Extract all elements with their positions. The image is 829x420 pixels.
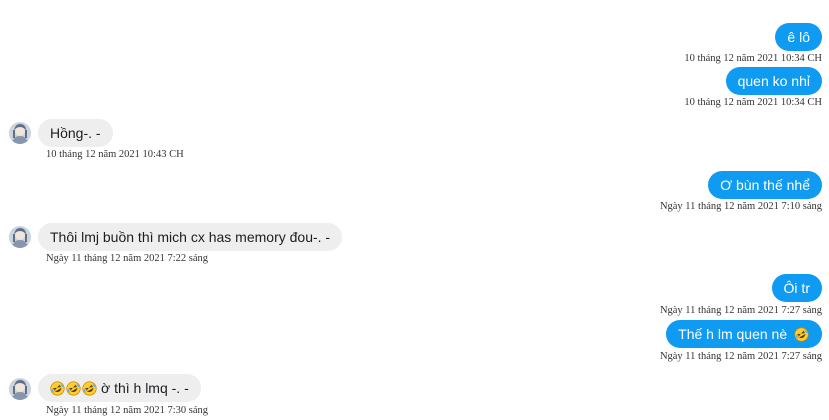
outgoing-message-bubble[interactable]: Ơ bùn thế nhể [708, 171, 822, 199]
incoming-message-bubble[interactable]: Hồng-. - [38, 119, 113, 147]
message-text: Ôi tr [783, 280, 810, 296]
message-timestamp: Ngày 11 tháng 12 năm 2021 7:27 sáng [659, 351, 822, 362]
contact-avatar[interactable] [9, 122, 31, 144]
contact-avatar[interactable] [9, 226, 31, 248]
chat-thread: ê lô 10 tháng 12 năm 2021 10:34 CH quen … [0, 0, 829, 420]
rolling-on-floor-laughing-emoji-icon [66, 381, 81, 396]
message-text: ờ thì h lmq -. - [101, 380, 189, 396]
message-timestamp: 10 tháng 12 năm 2021 10:34 CH [684, 53, 822, 64]
message-timestamp: Ngày 11 tháng 12 năm 2021 7:22 sáng [46, 253, 209, 264]
outgoing-message-bubble[interactable]: quen ko nhỉ [725, 67, 822, 95]
message-text: Hồng-. - [50, 125, 101, 141]
message-text: Thế h lm quen nè [678, 326, 788, 342]
contact-avatar[interactable] [9, 378, 31, 400]
rolling-on-floor-laughing-emoji-icon [50, 381, 65, 396]
incoming-message-bubble[interactable]: Thôi lmj buồn thì mich cx has memory đou… [38, 223, 343, 251]
message-text: quen ko nhỉ [737, 73, 810, 89]
message-text: Ơ bùn thế nhể [720, 177, 810, 193]
message-timestamp: 10 tháng 12 năm 2021 10:34 CH [684, 97, 822, 108]
outgoing-message-bubble[interactable]: Thế h lm quen nè [666, 320, 822, 348]
message-timestamp: Ngày 11 tháng 12 năm 2021 7:27 sáng [659, 305, 822, 316]
message-text: ê lô [787, 29, 810, 45]
rolling-on-floor-laughing-emoji-icon [794, 327, 809, 342]
incoming-message-bubble[interactable]: ờ thì h lmq -. - [38, 374, 201, 402]
rolling-on-floor-laughing-emoji-icon [82, 381, 97, 396]
outgoing-message-bubble[interactable]: ê lô [775, 23, 822, 51]
outgoing-message-bubble[interactable]: Ôi tr [771, 274, 822, 302]
message-timestamp: Ngày 11 tháng 12 năm 2021 7:30 sáng [46, 405, 209, 416]
message-timestamp: Ngày 11 tháng 12 năm 2021 7:10 sáng [659, 201, 822, 212]
message-text: Thôi lmj buồn thì mich cx has memory đou… [50, 229, 331, 245]
message-timestamp: 10 tháng 12 năm 2021 10:43 CH [46, 149, 184, 160]
